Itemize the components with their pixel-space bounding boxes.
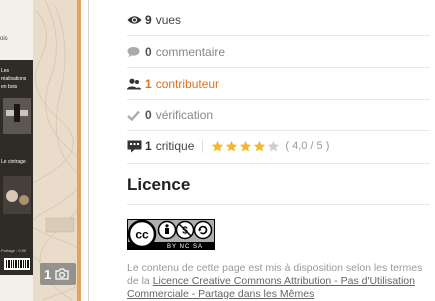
- check-icon: [127, 108, 142, 122]
- review-icon: [127, 139, 142, 153]
- verifications-label: vérification: [155, 108, 214, 122]
- book-cover-image: [0, 0, 77, 301]
- star-empty-icon: [268, 140, 280, 152]
- stat-reviews[interactable]: 1 critique ( 4,0 / 5 ): [127, 137, 329, 155]
- page: ois Les réalisations en bois Le cintrage…: [0, 0, 435, 301]
- star-icon: [254, 140, 266, 152]
- comment-icon: [127, 45, 142, 59]
- cover-text-price: Portage : 0.90: [1, 248, 27, 253]
- image-edge-accent: [77, 0, 81, 301]
- verifications-count: 0: [145, 108, 152, 122]
- cover-text-top: ois: [0, 36, 8, 42]
- svg-text:cc: cc: [135, 228, 149, 242]
- cover-text-les: Les: [1, 68, 10, 74]
- photo-count: 1: [44, 266, 52, 282]
- cc-badge-label: BY NC SA: [167, 244, 203, 250]
- rating-stars: ( 4,0 / 5 ): [202, 139, 329, 153]
- comments-count: 0: [145, 45, 152, 59]
- rating-text: ( 4,0 / 5 ): [285, 140, 330, 152]
- star-icon: [240, 140, 252, 152]
- project-image[interactable]: ois Les réalisations en bois Le cintrage…: [0, 0, 77, 301]
- star-icon: [212, 140, 224, 152]
- views-label: vues: [155, 13, 182, 27]
- separator: [127, 99, 430, 100]
- contributors-count: 1: [145, 77, 152, 91]
- star-icon: [226, 140, 238, 152]
- licence-link[interactable]: Licence Creative Commons Attribution - P…: [127, 275, 415, 300]
- stat-verifications[interactable]: 0 vérification: [127, 106, 213, 124]
- separator: [127, 35, 430, 36]
- stat-views: 9 vues: [127, 11, 181, 29]
- contributors-label: contributeur: [155, 77, 220, 91]
- reviews-count: 1: [145, 139, 152, 153]
- licence-description: Le contenu de cette page est mis à dispo…: [127, 262, 430, 301]
- licence-heading: Licence: [127, 175, 191, 194]
- users-icon: [127, 77, 142, 91]
- cc-by-nc-sa-badge[interactable]: cc $ BY NC SA: [127, 219, 215, 250]
- cover-text-cintrage: Le cintrage: [1, 159, 26, 165]
- separator: [127, 67, 430, 68]
- eye-icon: [127, 13, 142, 27]
- views-count: 9: [145, 13, 152, 27]
- column-divider: [88, 0, 89, 301]
- comments-label: commentaire: [155, 45, 226, 59]
- photo-count-badge[interactable]: 1: [40, 263, 76, 285]
- separator: [127, 130, 430, 131]
- cover-text-realisations: réalisations: [1, 76, 27, 82]
- stat-comments[interactable]: 0 commentaire: [127, 43, 225, 61]
- reviews-label: critique: [155, 139, 195, 153]
- cover-text-en-bois: en bois: [1, 84, 18, 90]
- stat-contributors[interactable]: 1 contributeur: [127, 75, 219, 93]
- separator: [127, 163, 430, 164]
- camera-icon: [55, 268, 69, 280]
- project-image-panel[interactable]: ois Les réalisations en bois Le cintrage…: [0, 0, 81, 301]
- separator: [127, 204, 430, 205]
